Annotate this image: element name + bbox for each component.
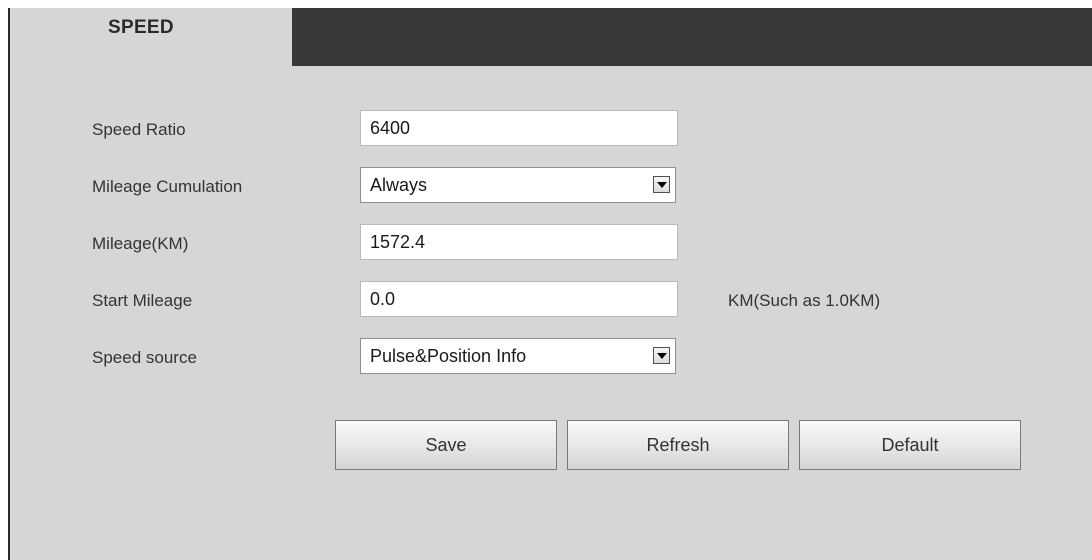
mileage-km-label: Mileage(KM) <box>92 234 189 253</box>
start-mileage-label: Start Mileage <box>92 291 193 310</box>
speed-source-select[interactable]: Pulse&Position Info <box>360 338 676 374</box>
mileage-cumulation-value: Always <box>370 175 428 195</box>
dropdown-arrow-icon[interactable] <box>653 347 670 364</box>
save-button[interactable]: Save <box>335 420 557 470</box>
mileage-cumulation-label: Mileage Cumulation <box>92 177 243 196</box>
speed-ratio-input[interactable] <box>360 110 678 146</box>
default-button[interactable]: Default <box>799 420 1021 470</box>
start-mileage-hint: KM(Such as 1.0KM) <box>728 291 881 310</box>
speed-source-value: Pulse&Position Info <box>370 346 527 366</box>
dropdown-arrow-icon[interactable] <box>653 176 670 193</box>
mileage-cumulation-select[interactable]: Always <box>360 167 676 203</box>
speed-ratio-label: Speed Ratio <box>92 120 186 139</box>
tab-speed[interactable]: SPEED <box>10 8 292 66</box>
mileage-km-input[interactable] <box>360 224 678 260</box>
start-mileage-input[interactable] <box>360 281 678 317</box>
refresh-button[interactable]: Refresh <box>567 420 789 470</box>
speed-settings-panel: SPEED Speed Ratio Mileage Cumulation Alw… <box>8 8 1092 560</box>
tab-bar: SPEED <box>10 8 1092 66</box>
speed-source-label: Speed source <box>92 348 197 367</box>
